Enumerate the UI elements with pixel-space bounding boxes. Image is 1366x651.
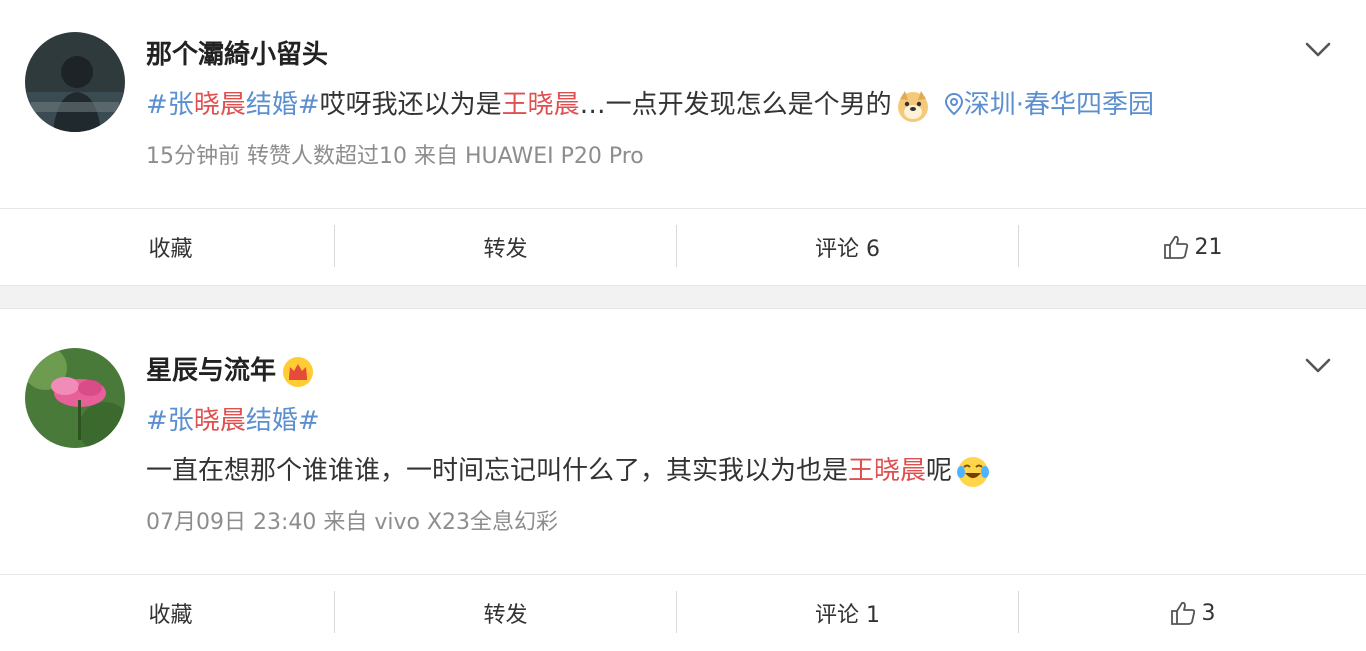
action-bar: 收藏 转发 评论 6 21 — [0, 208, 1366, 285]
post-meta: 15分钟前 转赞人数超过10 来自 HUAWEI P20 Pro — [146, 144, 644, 169]
highlight-name: 王晓晨 — [501, 90, 580, 120]
comment-button[interactable]: 评论 6 — [677, 209, 1018, 285]
thumbs-up-icon — [1163, 235, 1188, 259]
collect-button[interactable]: 收藏 — [0, 209, 341, 285]
like-count: 3 — [1201, 600, 1216, 626]
like-button[interactable]: 21 — [1019, 209, 1366, 285]
location-link[interactable]: 深圳·春华四季园 — [944, 90, 1154, 120]
username[interactable]: 那个灞綺小留头 — [146, 34, 328, 71]
thumbs-up-icon — [1170, 601, 1195, 625]
like-count: 21 — [1194, 234, 1223, 260]
chevron-down-icon[interactable] — [1304, 356, 1332, 376]
post-meta: 07月09日 23:40 来自 vivo X23全息幻彩 — [146, 510, 559, 535]
location-pin-icon — [944, 92, 963, 116]
avatar[interactable] — [25, 348, 125, 448]
post-text: 一直在想那个谁谁谁，一时间忘记叫什么了，其实我以为也是王晓晨呢 — [146, 450, 990, 489]
crown-icon — [283, 356, 314, 387]
post-separator — [0, 285, 1366, 309]
topic-link[interactable]: #张晓晨结婚# — [146, 90, 320, 120]
post-text: #张晓晨结婚#哎呀我还以为是王晓晨…一点开发现怎么是个男的 深圳·春华四季园 — [146, 84, 1154, 123]
topic-link[interactable]: #张晓晨结婚# — [146, 400, 320, 437]
avatar[interactable] — [25, 32, 125, 132]
text-segment: 一直在想那个谁谁谁，一时间忘记叫什么了，其实我以为也是 — [146, 456, 849, 486]
post-card: 那个灞綺小留头 #张晓晨结婚#哎呀我还以为是王晓晨…一点开发现怎么是个男的 深圳… — [0, 0, 1366, 208]
comment-button[interactable]: 评论 1 — [677, 575, 1018, 651]
doge-emoji — [897, 90, 928, 122]
laugh-cry-emoji — [957, 456, 990, 487]
repost-button[interactable]: 转发 — [335, 209, 676, 285]
username[interactable]: 星辰与流年 — [146, 350, 314, 388]
text-segment: …一点开发现怎么是个男的 — [579, 90, 892, 120]
text-segment: 哎呀我还以为是 — [319, 90, 502, 120]
highlight-name: 王晓晨 — [848, 456, 927, 486]
collect-button[interactable]: 收藏 — [0, 575, 341, 651]
action-bar: 收藏 转发 评论 1 3 — [0, 574, 1366, 651]
repost-button[interactable]: 转发 — [335, 575, 676, 651]
chevron-down-icon[interactable] — [1304, 40, 1332, 60]
text-segment: 呢 — [926, 456, 953, 486]
like-button[interactable]: 3 — [1019, 575, 1366, 651]
